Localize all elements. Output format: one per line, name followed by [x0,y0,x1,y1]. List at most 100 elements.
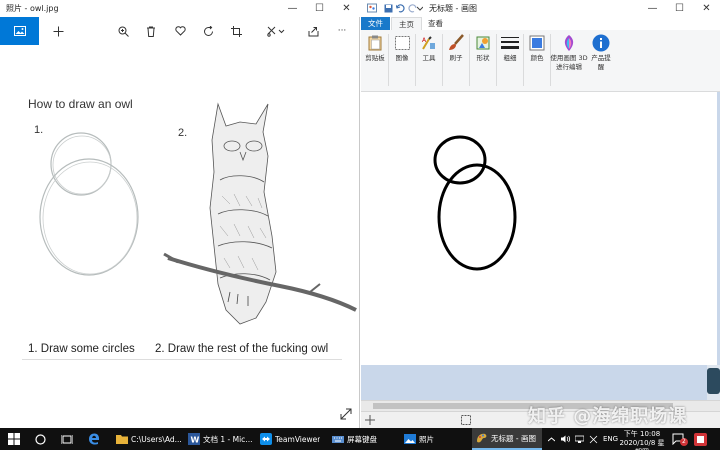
task-view-button[interactable] [61,428,73,450]
paint-window: 无标题 - 画图 — ☐ ✕ 文件 主页 查看 剪贴板 图像 A 工具 刷子 形… [361,0,720,428]
share-button[interactable] [302,17,324,45]
start-button[interactable] [8,428,20,450]
taskbar-app-paint[interactable]: 无标题 - 画图 [472,428,542,450]
photos-minimize-button[interactable]: — [279,0,306,17]
fullscreen-button[interactable] [339,406,353,420]
paint-icon [477,433,487,443]
input-method-icon[interactable] [589,435,598,444]
volume-icon[interactable] [561,435,570,443]
tools-icon: A [422,36,435,50]
taskbar-app-label: 屏幕键盘 [347,434,377,444]
photo-icon [13,26,26,36]
plus-icon [53,26,63,36]
ribbon-separator [442,34,443,86]
crop-button[interactable] [225,17,247,45]
paint-ribbon: 剪贴板 图像 A 工具 刷子 形状 粗细 颜色 使用画图 3D 进行编辑 产品提… [361,30,720,92]
tab-home[interactable]: 主页 [391,17,422,30]
meme-caption-step2: 2. Draw the rest of the fucking owl [155,343,329,355]
shapes-icon [476,36,490,50]
ribbon-shapes[interactable]: 形状 [471,34,495,63]
edit-button[interactable] [262,17,290,45]
selection-icon [461,415,471,425]
info-icon [592,34,610,52]
edit-icon [267,26,285,37]
taskbar-clock[interactable]: 下午 10:08 2020/10/8 星期四 [618,430,666,450]
ribbon-image-label: 图像 [395,54,409,62]
ribbon-brushes-label: 刷子 [449,54,463,62]
zoom-button[interactable] [112,17,134,45]
language-indicator[interactable]: ENG [603,435,618,443]
delete-button[interactable] [140,17,162,45]
zhihu-watermark: 知乎 @海绵职场课 [528,406,688,427]
rotate-button[interactable] [197,17,219,45]
desktop: 照片 - owl.jpg — ☐ ✕ ··· How to draw an ow… [0,0,720,450]
paint-close-button[interactable]: ✕ [693,0,720,17]
chevron-down-icon [417,6,423,11]
favorite-button[interactable] [169,17,191,45]
edge-button[interactable] [88,428,100,450]
taskbar: C:\Users\Ad... W 文档 1 - Mic... TeamViewe… [0,428,720,450]
taskbar-app-label: C:\Users\Ad... [131,434,182,444]
svg-text:W: W [191,436,200,445]
paint3d-icon [564,35,574,51]
paint-maximize-button[interactable]: ☐ [666,0,693,17]
crosshair-icon [365,415,375,425]
save-button[interactable] [382,2,394,14]
ribbon-brushes[interactable]: 刷子 [444,34,468,63]
ribbon-product-alert[interactable]: 产品提醒 [589,34,613,72]
action-center-button[interactable]: 2 [672,428,688,450]
photo-view-button[interactable] [0,17,39,45]
taskbar-app-label: 文档 1 - Mic... [203,434,253,444]
ribbon-product-alert-label: 产品提醒 [591,54,611,71]
teamviewer-icon [260,433,272,445]
photos-close-button[interactable]: ✕ [333,0,360,17]
photos-maximize-button[interactable]: ☐ [306,0,333,17]
ribbon-line-width-label: 粗细 [503,54,517,62]
paint-window-controls: — ☐ ✕ [639,0,720,17]
ribbon-clipboard-label: 剪贴板 [365,54,385,62]
heart-icon [174,26,186,36]
network-icon[interactable] [575,435,584,443]
tray-app-button[interactable] [694,428,707,450]
crop-icon [230,25,242,37]
photos-titlebar[interactable]: 照片 - owl.jpg — ☐ ✕ [0,0,360,17]
ribbon-separator [469,34,470,86]
system-tray: ENG [548,428,618,450]
edge-icon [89,433,100,445]
more-button[interactable]: ··· [331,17,353,45]
undo-button[interactable] [394,2,406,14]
meme-caption-step1: 1. Draw some circles [28,343,135,355]
more-icon: ··· [337,26,347,36]
meme-title: How to draw an owl [28,97,133,111]
tab-view[interactable]: 查看 [421,17,450,30]
paint-titlebar[interactable]: 无标题 - 画图 — ☐ ✕ [361,0,720,17]
rotate-icon [203,25,213,36]
ribbon-edit-paint3d[interactable]: 使用画图 3D 进行编辑 [547,34,591,72]
ribbon-edit-paint3d-label: 使用画图 3D 进行编辑 [550,54,588,71]
side-panel-handle[interactable] [707,368,720,394]
taskbar-app-teamviewer[interactable]: TeamViewer [256,428,326,450]
paint-canvas[interactable] [361,92,717,365]
meme-divider [22,359,342,360]
taskbar-app-onscreen-keyboard[interactable]: 屏幕键盘 [328,428,398,450]
tab-file[interactable]: 文件 [361,17,390,30]
task-view-icon [61,434,73,444]
photos-toolbar: ··· [0,17,360,45]
quick-access-menu[interactable] [416,2,424,14]
ribbon-tools[interactable]: A 工具 [417,34,441,63]
taskbar-app-explorer[interactable]: C:\Users\Ad... [112,428,182,450]
ribbon-image[interactable]: 图像 [390,34,414,63]
ribbon-line-width[interactable]: 粗细 [498,34,522,63]
ribbon-tools-label: 工具 [422,54,436,62]
taskbar-app-photos[interactable]: 照片 [400,428,470,450]
paint-minimize-button[interactable]: — [639,0,666,17]
search-button[interactable] [35,428,46,450]
ribbon-colors[interactable]: 颜色 [525,34,549,63]
paint-app-button[interactable] [366,2,378,14]
clipboard-icon [368,35,382,51]
ribbon-clipboard[interactable]: 剪贴板 [363,34,387,63]
add-button[interactable] [47,17,69,45]
taskbar-app-word[interactable]: W 文档 1 - Mic... [184,428,254,450]
zoom-icon [118,26,129,37]
chevron-up-icon[interactable] [548,436,555,442]
